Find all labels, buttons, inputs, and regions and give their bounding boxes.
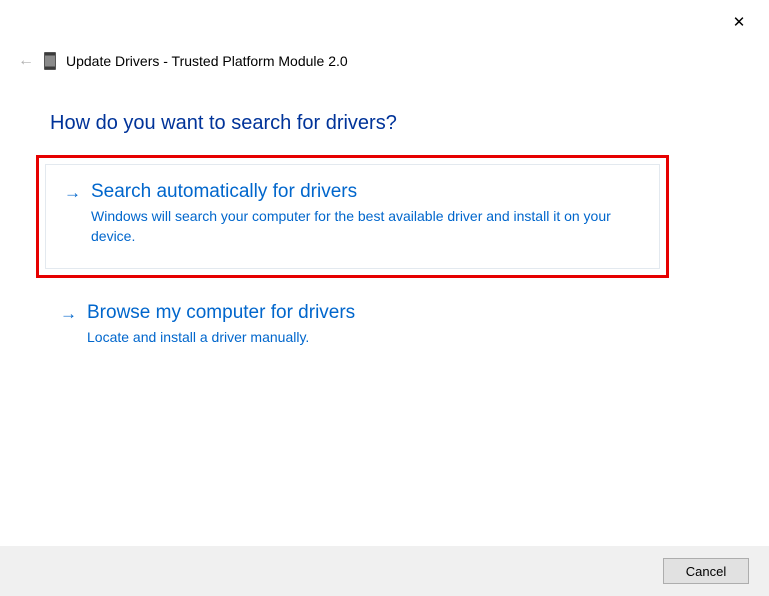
- back-arrow-icon[interactable]: ←: [18, 53, 34, 69]
- option-body: Search automatically for drivers Windows…: [91, 181, 631, 246]
- option-description: Locate and install a driver manually.: [87, 328, 641, 348]
- arrow-right-icon: →: [64, 181, 81, 205]
- page-heading: How do you want to search for drivers?: [50, 112, 397, 135]
- dialog-header: ← Update Drivers - Trusted Platform Modu…: [18, 52, 348, 70]
- device-icon: [44, 52, 56, 70]
- close-icon[interactable]: [729, 12, 749, 32]
- option-title: Browse my computer for drivers: [87, 302, 641, 324]
- option-browse-computer[interactable]: → Browse my computer for drivers Locate …: [36, 292, 669, 358]
- highlighted-option-frame: → Search automatically for drivers Windo…: [36, 155, 669, 278]
- cancel-button[interactable]: Cancel: [663, 558, 749, 584]
- option-description: Windows will search your computer for th…: [91, 207, 631, 246]
- options-container: → Search automatically for drivers Windo…: [36, 155, 669, 358]
- arrow-right-icon: →: [60, 302, 77, 326]
- dialog-footer: Cancel: [0, 546, 769, 596]
- option-search-automatically[interactable]: → Search automatically for drivers Windo…: [45, 164, 660, 269]
- option-body: Browse my computer for drivers Locate an…: [87, 302, 641, 348]
- update-drivers-dialog: ← Update Drivers - Trusted Platform Modu…: [0, 0, 769, 596]
- dialog-title: Update Drivers - Trusted Platform Module…: [66, 53, 348, 69]
- option-title: Search automatically for drivers: [91, 181, 631, 203]
